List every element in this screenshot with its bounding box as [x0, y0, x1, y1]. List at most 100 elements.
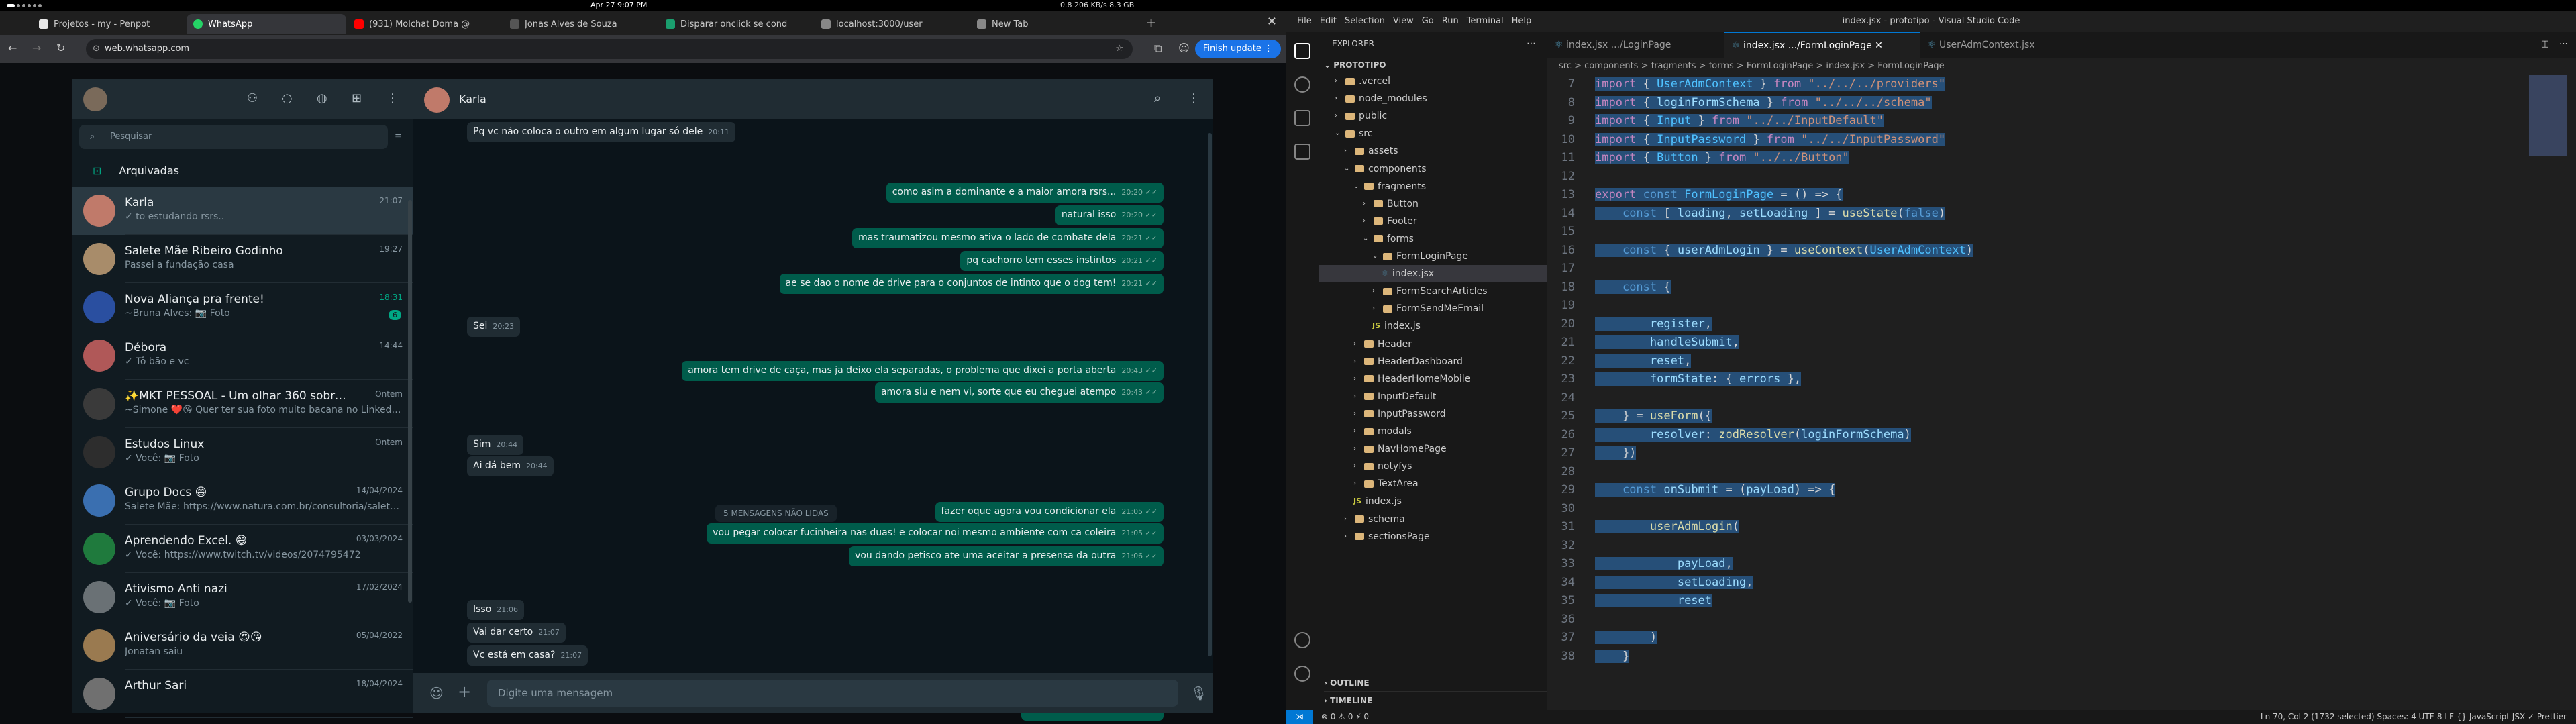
folder-item[interactable]: › Header [1319, 335, 1547, 353]
folder-item[interactable]: › modals [1319, 423, 1547, 440]
forward-icon[interactable]: → [32, 42, 41, 54]
menu-icon[interactable]: ⋮ [1188, 91, 1200, 105]
settings-gear-icon[interactable] [1294, 666, 1310, 682]
menu-item[interactable]: Selection [1341, 11, 1389, 32]
folder-item[interactable]: › .vercel [1319, 72, 1547, 90]
menu-item[interactable]: Terminal [1463, 11, 1508, 32]
chat-list-item[interactable]: Arthur Sari 18/04/2024 [72, 670, 413, 718]
folder-item[interactable]: › InputDefault [1319, 388, 1547, 405]
channels-icon[interactable]: ◍ [317, 91, 327, 105]
filter-icon[interactable]: ≡ [395, 132, 402, 142]
folder-item[interactable]: › public [1319, 107, 1547, 125]
back-icon[interactable]: ← [8, 42, 17, 54]
search-icon[interactable] [1294, 76, 1310, 93]
explorer-icon[interactable] [1294, 43, 1310, 59]
chat-list-scrollbar[interactable] [408, 200, 412, 603]
file-item[interactable]: JS index.js [1319, 493, 1547, 510]
extensions-icon[interactable]: ⧉ [1154, 42, 1162, 55]
browser-tab[interactable]: Jonas Alves de Souza [503, 14, 658, 34]
chat-list-item[interactable]: Estudos Linux Ontem ✓ Você: 📷 Foto [72, 428, 413, 476]
folder-item[interactable]: ⌄ FormLoginPage [1319, 248, 1547, 265]
menu-item[interactable]: Help [1508, 11, 1536, 32]
folder-item[interactable]: › Footer [1319, 213, 1547, 230]
bookmark-star-icon[interactable]: ☆ [1115, 39, 1123, 59]
menu-item[interactable]: View [1389, 11, 1418, 32]
folder-item[interactable]: › HeaderDashboard [1319, 353, 1547, 370]
chat-list-item[interactable]: Nova Aliança pra frente! 18:31 ~Bruna Alve… [72, 283, 413, 331]
split-editor-icon[interactable]: ◫ [2541, 39, 2549, 49]
folder-item[interactable]: ⌄ fragments [1319, 178, 1547, 195]
file-item[interactable]: JS index.js [1319, 317, 1547, 335]
message-scrollbar[interactable] [1208, 133, 1212, 656]
search-input[interactable]: ⌕ Pesquisar [79, 125, 388, 149]
status-icon[interactable]: ◌ [282, 91, 293, 105]
contact-name[interactable]: Karla [459, 93, 486, 105]
chat-list-item[interactable]: Ativismo Anti nazi 17/02/2024 ✓ Você: 📷 Fo… [72, 573, 413, 621]
folder-item[interactable]: › sectionsPage [1319, 528, 1547, 546]
browser-tab[interactable]: New Tab [970, 14, 1125, 34]
more-actions-icon[interactable]: ⋯ [2559, 39, 2568, 49]
folder-item[interactable]: › Button [1319, 195, 1547, 213]
folder-item[interactable]: ⌄ components [1319, 160, 1547, 178]
folder-item[interactable]: › notyfys [1319, 458, 1547, 475]
breadcrumb[interactable]: src > components > fragments > forms > F… [1547, 58, 2576, 75]
folder-item[interactable]: › InputPassword [1319, 405, 1547, 423]
menu-item[interactable]: Run [1438, 11, 1463, 32]
chat-list-item[interactable]: Aniversário da veia 😍😘 05/04/2022 Jonatan … [72, 621, 413, 670]
browser-tab[interactable]: Disparar onclick se cond [659, 14, 813, 34]
menu-item[interactable]: Edit [1316, 11, 1341, 32]
chat-list-item[interactable]: Salete Mãe Ribeiro Godinho 19:27 Passei a … [72, 235, 413, 283]
profile-menu-icon[interactable]: ☺ [1178, 42, 1190, 54]
status-right[interactable]: Ln 70, Col 2 (1732 selected) Spaces: 4 U… [2261, 710, 2567, 724]
search-icon[interactable]: ⌕ [1154, 91, 1161, 105]
run-debug-icon[interactable] [1294, 110, 1310, 126]
file-item[interactable]: ⚛ index.jsx [1319, 265, 1547, 283]
editor-tab[interactable]: ⚛ index.jsx .../LoginPage [1547, 32, 1724, 58]
attach-icon[interactable]: + [458, 682, 471, 701]
editor-tab[interactable]: ⚛ UserAdmContext.jsx [1920, 32, 2088, 58]
close-window-icon[interactable]: ✕ [1267, 15, 1277, 29]
chat-list-item[interactable]: Débora 14:44 ✓ Tô bão e vc [72, 331, 413, 380]
folder-item[interactable]: › assets [1319, 142, 1547, 160]
microphone-icon[interactable]: 🎙 [1190, 685, 1207, 701]
menu-item[interactable]: File [1293, 11, 1316, 32]
folder-item[interactable]: › node_modules [1319, 90, 1547, 107]
browser-tab-active[interactable]: WhatsApp [187, 14, 346, 34]
extensions-icon[interactable] [1294, 144, 1310, 160]
menu-item[interactable]: Go [1418, 11, 1438, 32]
browser-tab[interactable]: Projetos - my - Penpot [32, 14, 187, 34]
chat-list-item[interactable]: Aprendendo Excel. 😅 03/03/2024 ✓ Você: htt… [72, 525, 413, 573]
folder-item[interactable]: › FormSearchArticles [1319, 282, 1547, 300]
minimap[interactable] [2529, 75, 2567, 156]
message-input[interactable]: Digite uma mensagem [487, 680, 1178, 707]
folder-item[interactable]: › TextArea [1319, 475, 1547, 493]
code-editor[interactable]: 7 import { UserAdmContext } from "../../.… [1547, 75, 2576, 710]
new-chat-icon[interactable]: ⊞ [352, 91, 362, 105]
site-info-icon[interactable]: ⊙ [93, 39, 100, 59]
new-tab-button[interactable]: + [1146, 16, 1156, 30]
project-folder[interactable]: ⌄ PROTOTIPO [1324, 58, 1386, 72]
more-actions-icon[interactable]: ⋯ [1527, 32, 1536, 55]
my-avatar[interactable] [83, 87, 107, 111]
folder-item[interactable]: › NavHomePage [1319, 440, 1547, 458]
folder-item[interactable]: › FormSendMeEmail [1319, 300, 1547, 317]
clock[interactable]: Apr 27 9:07 PM [590, 0, 647, 11]
contact-avatar[interactable] [424, 87, 450, 113]
folder-item[interactable]: › schema [1319, 511, 1547, 528]
folder-item[interactable]: ⌄ src [1319, 125, 1547, 142]
close-tab-icon[interactable]: ✕ [1875, 40, 1883, 51]
address-bar[interactable]: ⊙ web.whatsapp.com ☆ [86, 39, 1133, 59]
finish-update-button[interactable]: Finish update ⋮ [1194, 40, 1281, 58]
remote-indicator[interactable]: ⋊ [1286, 710, 1313, 724]
communities-icon[interactable]: ⚇ [247, 91, 258, 105]
menu-icon[interactable]: ⋮ [387, 91, 399, 105]
browser-tab[interactable]: localhost:3000/user [815, 14, 969, 34]
accounts-icon[interactable] [1294, 632, 1310, 648]
folder-item[interactable]: › HeaderHomeMobile [1319, 370, 1547, 388]
archived-row[interactable]: ⊡ Arquivadas [72, 154, 413, 187]
timeline-section[interactable]: › TIMELINE [1324, 691, 1547, 709]
outline-section[interactable]: › OUTLINE [1324, 674, 1547, 692]
editor-tab-active[interactable]: ⚛ index.jsx .../FormLoginPage ✕ [1724, 32, 1920, 58]
chat-list-item[interactable]: Grupo Docs 😄 14/04/2024 Salete Mãe: https:… [72, 476, 413, 525]
emoji-icon[interactable]: ☺ [429, 685, 444, 701]
